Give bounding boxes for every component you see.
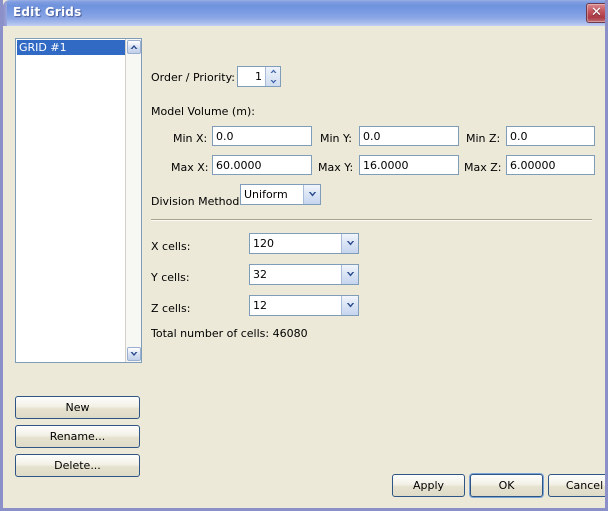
division-method-dropdown-button[interactable]: [303, 185, 320, 204]
cancel-button[interactable]: Cancel: [548, 474, 608, 497]
chevron-down-icon: [346, 271, 355, 277]
max-y-label: Max Y:: [318, 161, 353, 174]
scroll-down-button[interactable]: [127, 347, 141, 361]
chevron-up-icon: [130, 44, 138, 50]
division-method-combobox[interactable]: Uniform: [240, 184, 321, 205]
delete-grid-button[interactable]: Delete...: [15, 454, 140, 477]
z-cells-combobox[interactable]: 12: [249, 295, 359, 316]
total-cells-text: Total number of cells: 46080: [151, 327, 308, 340]
grid-list-scrollbar[interactable]: [125, 39, 141, 362]
max-z-label: Max Z:: [464, 161, 501, 174]
min-x-label: Min X:: [173, 132, 207, 145]
scroll-up-button[interactable]: [127, 40, 141, 54]
chevron-down-icon: [346, 240, 355, 246]
window-title: Edit Grids: [13, 5, 81, 19]
y-cells-dropdown-button[interactable]: [341, 265, 358, 284]
chevron-down-icon: [270, 79, 277, 84]
new-grid-button[interactable]: New: [15, 396, 140, 419]
chevron-up-icon: [270, 69, 277, 74]
x-cells-label: X cells:: [151, 240, 190, 253]
apply-button[interactable]: Apply: [392, 474, 465, 497]
order-priority-spinner-buttons: [265, 67, 280, 86]
max-x-label: Max X:: [171, 161, 208, 174]
edit-grids-dialog: Edit Grids ✕ GRID #1 N: [0, 0, 608, 511]
list-item[interactable]: GRID #1: [17, 40, 127, 55]
division-method-value: Uniform: [244, 185, 301, 204]
min-y-input[interactable]: [359, 126, 459, 146]
min-y-label: Min Y:: [320, 132, 352, 145]
title-bar: Edit Grids ✕: [3, 0, 608, 26]
spinner-increment-button[interactable]: [266, 67, 281, 76]
min-z-input[interactable]: [506, 126, 595, 146]
max-z-input[interactable]: [506, 155, 595, 175]
order-priority-spinner[interactable]: 1: [237, 66, 281, 87]
z-cells-value: 12: [253, 296, 339, 315]
min-z-label: Min Z:: [466, 132, 500, 145]
x-cells-value: 120: [253, 234, 339, 253]
spinner-decrement-button[interactable]: [266, 77, 281, 86]
close-button[interactable]: ✕: [586, 3, 607, 23]
z-cells-dropdown-button[interactable]: [341, 296, 358, 315]
x-cells-dropdown-button[interactable]: [341, 234, 358, 253]
max-x-input[interactable]: [212, 155, 312, 175]
chevron-down-icon: [346, 302, 355, 308]
y-cells-combobox[interactable]: 32: [249, 264, 359, 285]
close-icon: ✕: [587, 4, 606, 22]
x-cells-combobox[interactable]: 120: [249, 233, 359, 254]
title-bar-left-edge: [3, 0, 7, 26]
rename-grid-button[interactable]: Rename...: [15, 425, 140, 448]
z-cells-label: Z cells:: [151, 302, 190, 315]
dialog-client-area: GRID #1 New Rename... Delete...: [3, 26, 605, 508]
y-cells-label: Y cells:: [151, 271, 190, 284]
y-cells-value: 32: [253, 265, 339, 284]
max-y-input[interactable]: [359, 155, 459, 175]
order-priority-label: Order / Priority:: [151, 71, 235, 84]
section-divider: [151, 219, 592, 221]
order-priority-value[interactable]: 1: [238, 67, 265, 86]
chevron-down-icon: [130, 351, 138, 357]
ok-button[interactable]: OK: [470, 474, 543, 497]
division-method-label: Division Method:: [151, 195, 243, 208]
grid-list-box[interactable]: GRID #1: [15, 38, 142, 363]
chevron-down-icon: [308, 191, 317, 197]
min-x-input[interactable]: [212, 126, 312, 146]
model-volume-label: Model Volume (m):: [151, 105, 255, 118]
